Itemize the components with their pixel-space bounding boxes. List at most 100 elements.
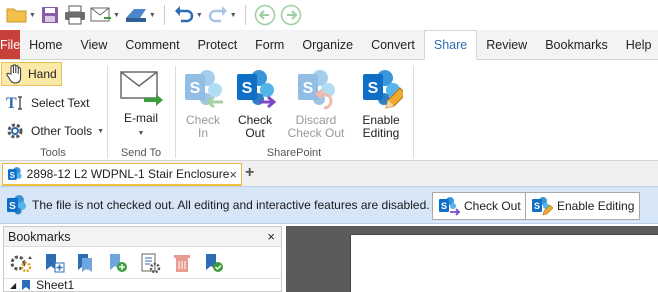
sharepoint-discard-icon: S [298,70,335,110]
tab-comment[interactable]: Comment [116,30,188,59]
check-out-button[interactable]: S Check Out [232,66,278,140]
check-out-label-2: Out [245,126,265,140]
toolbar-separator [163,5,165,25]
document-tab-bar: S 2898-12 L2 WDPNL-1 Stair Enclosure × [0,161,658,186]
toolbar-separator [244,5,246,25]
tab-help[interactable]: Help [617,30,658,59]
bookmarks-header: Bookmarks × [4,227,281,247]
notification-enable-editing-button[interactable]: S Enable Editing [525,192,641,220]
add-bookmark-icon [46,253,65,272]
print-button[interactable] [62,2,88,28]
forward-arrow-icon [280,4,301,26]
delete-bookmark-button[interactable] [168,249,196,277]
chevron-down-icon[interactable]: ▼ [149,12,156,19]
folder-icon [6,8,27,23]
tools-group-label: Tools [40,147,66,159]
notification-bar: S The file is not checked out. All editi… [0,186,658,224]
document-page[interactable] [350,234,658,292]
bookmark-properties-button[interactable] [136,249,164,277]
sharepoint-check-out-icon: S [439,197,460,216]
email-button[interactable]: E-mail ▼ [116,66,166,140]
send-to-group: E-mail ▼ Send To [108,60,174,161]
tab-bookmarks[interactable]: Bookmarks [536,30,617,59]
scanner-icon [125,9,146,22]
send-to-group-label: Send To [120,147,162,159]
document-tab[interactable]: S 2898-12 L2 WDPNL-1 Stair Enclosure × [2,163,242,186]
add-bookmark-green-button[interactable] [104,249,132,277]
bookmarks-toolbar [4,247,281,279]
close-icon[interactable]: × [229,167,237,182]
envelope-icon [120,71,163,106]
svg-text:S: S [441,201,447,211]
chevron-down-icon[interactable]: ▼ [97,128,104,135]
chevron-down-icon[interactable]: ◢ [10,281,16,290]
notification-message: The file is not checked out. All editing… [32,198,430,212]
chevron-down-icon[interactable]: ▼ [196,12,203,19]
check-in-button[interactable]: S Check In [180,66,226,140]
tab-review[interactable]: Review [477,30,536,59]
bookmark-options-button[interactable] [8,249,36,277]
redo-button[interactable]: ▼ [205,2,239,28]
save-icon [41,7,58,23]
tab-home[interactable]: Home [20,30,71,59]
previous-view-button[interactable] [252,2,278,28]
other-tools-label: Other Tools [31,124,93,138]
list-item[interactable]: ◢ Sheet1 [4,279,281,291]
undo-icon [174,6,193,23]
chevron-down-icon[interactable]: ▼ [138,127,145,140]
select-text-button[interactable]: T Select Text [1,91,93,115]
gear-icon [7,123,23,139]
svg-text:T: T [6,95,17,112]
document-tab-title: 2898-12 L2 WDPNL-1 Stair Enclosure [26,167,230,181]
discard-check-out-button[interactable]: S Discard Check Out [284,66,348,140]
ribbon-tab-strip: File Home View Comment Protect Form Orga… [0,30,658,60]
tab-organize[interactable]: Organize [293,30,362,59]
tab-view[interactable]: View [72,30,117,59]
check-in-label-2: In [197,126,208,140]
email-quick-button[interactable]: ▼ [88,2,122,28]
tab-protect[interactable]: Protect [189,30,247,59]
save-button[interactable] [38,2,62,28]
tab-share[interactable]: Share [423,30,478,60]
other-tools-button[interactable]: Other Tools ▼ [1,119,108,143]
document-viewport[interactable] [286,226,658,292]
open-button[interactable]: ▼ [4,2,38,28]
new-tab-button[interactable]: + [245,164,254,182]
expand-bookmarks-button[interactable] [200,249,228,277]
trash-icon [174,254,190,272]
tab-file[interactable]: File [0,30,21,59]
add-child-bookmark-button[interactable] [72,249,100,277]
svg-text:S: S [303,80,314,97]
group-divider [413,66,414,158]
notification-check-out-button[interactable]: S Check Out [432,192,527,220]
hand-tool-button[interactable]: Hand [1,62,62,86]
svg-text:S: S [10,171,15,180]
ribbon-panel: Hand T Select Text Other Tools ▼ Tools E… [0,60,658,161]
next-view-button[interactable] [278,2,304,28]
tab-convert[interactable]: Convert [362,30,424,59]
chevron-down-icon[interactable]: ▼ [29,12,36,19]
tools-group: Hand T Select Text Other Tools ▼ Tools [0,60,106,161]
discard-label-2: Check Out [287,126,345,140]
add-bookmark-button[interactable] [40,249,68,277]
check-out-button-label: Check Out [464,199,521,213]
enable-editing-label-2: Editing [362,126,400,140]
bookmark-check-icon [206,253,223,272]
undo-button[interactable]: ▼ [171,2,205,28]
back-arrow-icon [254,4,275,26]
chevron-down-icon[interactable]: ▼ [230,12,237,19]
sharepoint-doc-icon: S [7,167,22,180]
bookmark-label: Sheet1 [36,279,75,291]
svg-text:S: S [534,201,540,211]
chevron-down-icon[interactable]: ▼ [113,12,120,19]
close-icon[interactable]: × [267,229,275,244]
scan-button[interactable]: ▼ [122,2,158,28]
tab-form[interactable]: Form [246,30,293,59]
bookmarks-panel: Bookmarks × ◢ Sheet1 [3,226,282,292]
sharepoint-check-in-icon: S [185,70,223,109]
printer-icon [64,5,85,25]
svg-text:S: S [368,80,379,97]
sharepoint-icon: S [7,195,26,215]
enable-editing-button[interactable]: S Enable Editing [354,66,408,140]
bookmark-plus-icon [110,253,127,272]
